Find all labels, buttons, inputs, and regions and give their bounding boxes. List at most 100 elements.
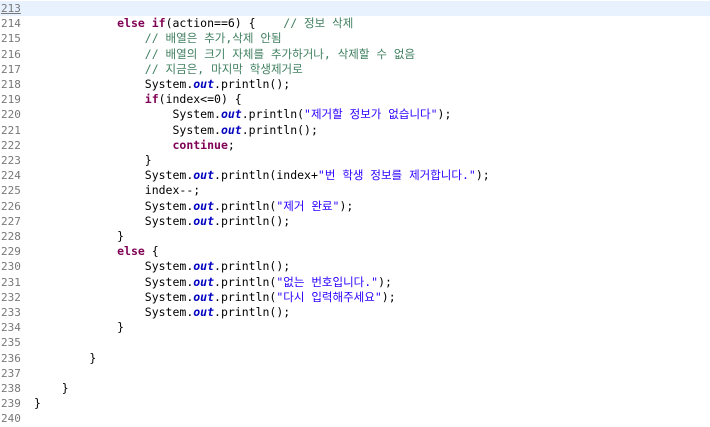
line-number: 220 [1, 108, 21, 122]
code-token: System. [144, 289, 194, 304]
code-token: "제거 완료" [276, 198, 340, 213]
code-line[interactable]: 216 // 배열의 크기 자체를 추가하거나, 삭제할 수 없음 [0, 47, 710, 62]
code-token: { [144, 244, 159, 259]
code-token: out [193, 198, 215, 213]
code-line[interactable]: 230 System.out.println(); [0, 259, 710, 274]
code-text: } [34, 229, 124, 244]
line-number: 214 [1, 17, 21, 31]
line-number: 213 [1, 2, 21, 15]
line-number: 235 [1, 336, 21, 350]
line-number: 217 [1, 62, 21, 76]
code-line[interactable]: 229 else { [0, 244, 710, 259]
code-line[interactable]: 237 [0, 366, 710, 381]
code-token: ; [227, 137, 235, 152]
code-token: continue [172, 137, 228, 152]
code-token: out [193, 168, 215, 183]
code-token: "제거할 정보가 없습니다" [304, 107, 438, 122]
code-text: } [34, 381, 69, 396]
code-token: } [61, 381, 69, 395]
line-number: 219 [1, 93, 21, 107]
code-text: System.out.println("다시 입력해주세요"); [34, 290, 396, 305]
code-token: "다시 입력해주세요" [276, 289, 382, 304]
code-line[interactable]: 218 System.out.println(); [0, 77, 710, 92]
code-token: .println(index+ [214, 168, 318, 183]
line-number: 218 [1, 78, 21, 91]
code-line[interactable]: 238 } [0, 381, 710, 396]
line-number: 228 [1, 230, 21, 243]
code-token: System. [172, 107, 221, 122]
code-text: System.out.println("제거할 정보가 없습니다"); [34, 107, 451, 122]
code-line[interactable]: 226 System.out.println("제거 완료"); [0, 199, 710, 214]
code-line[interactable]: 227 System.out.println(); [0, 214, 710, 229]
code-token: "없는 번호입니다." [276, 274, 379, 289]
code-line[interactable]: 236 } [0, 351, 710, 366]
code-line[interactable]: 233 System.out.println(); [0, 305, 710, 320]
code-token: } [89, 350, 97, 365]
code-line[interactable]: 213 [0, 1, 710, 17]
code-line[interactable]: 219 if(index<=0) { [0, 92, 710, 107]
code-token: out [193, 289, 215, 304]
code-text: // 지금은, 마지막 학생제거로 [34, 62, 303, 77]
code-line[interactable]: 232 System.out.println("다시 입력해주세요"); [0, 290, 710, 305]
code-line[interactable]: 228 } [0, 229, 710, 244]
code-text: // 배열은 추가,삭제 안됨 [34, 31, 282, 46]
code-token: // 배열의 크기 자체를 추가하거나, 삭제할 수 없음 [144, 46, 416, 61]
code-token: "번 학생 정보를 제거합니다." [317, 168, 476, 183]
code-text: System.out.println("없는 번호입니다."); [34, 275, 392, 290]
code-token: System. [144, 259, 194, 274]
code-line[interactable]: 221 System.out.println(); [0, 123, 710, 138]
line-number: 230 [1, 260, 21, 274]
code-token: ); [378, 274, 392, 289]
code-text: System.out.println(); [34, 122, 318, 138]
code-token: } [117, 229, 125, 243]
line-number: 234 [1, 321, 21, 335]
code-line[interactable]: 224 System.out.println(index+"번 학생 정보를 제… [0, 168, 710, 183]
code-text: // 배열의 크기 자체를 추가하거나, 삭제할 수 없음 [34, 47, 415, 62]
code-line[interactable]: 222 continue; [0, 138, 710, 153]
code-line[interactable]: 215 // 배열은 추가,삭제 안됨 [0, 31, 710, 46]
code-line[interactable]: 220 System.out.println("제거할 정보가 없습니다"); [0, 107, 710, 122]
code-line[interactable]: 234 } [0, 320, 710, 335]
code-token: // 배열은 추가,삭제 안됨 [144, 31, 282, 46]
code-token: .println( [214, 274, 277, 289]
code-editor[interactable]: 213 214 else if(action==6) { // 정보 삭제 215 … [0, 0, 710, 425]
code-line[interactable]: 235 [0, 335, 710, 350]
code-token: out [193, 77, 215, 91]
code-token: out [220, 107, 242, 122]
code-token: .println(); [241, 122, 318, 137]
code-line[interactable]: 217 // 지금은, 마지막 학생제거로 [0, 62, 710, 77]
code-token: System. [144, 305, 194, 319]
code-token: // 지금은, 마지막 학생제거로 [144, 61, 303, 76]
code-line[interactable]: 231 System.out.println("없는 번호입니다."); [0, 275, 710, 290]
code-line[interactable]: 239} [0, 396, 710, 411]
code-line[interactable]: 225 index--; [0, 183, 710, 198]
code-token: System. [144, 77, 194, 91]
code-token: out [193, 305, 215, 319]
code-token: out [193, 274, 215, 289]
code-text: System.out.println(); [34, 305, 290, 320]
line-number: 227 [1, 214, 21, 228]
code-token: ); [339, 198, 354, 213]
code-line[interactable]: 223 } [0, 153, 710, 168]
line-number: 238 [1, 382, 21, 395]
code-token: } [144, 153, 152, 167]
code-token: System. [144, 168, 194, 183]
code-token: .println(); [214, 213, 291, 228]
line-number: 232 [1, 290, 21, 304]
code-line[interactable]: 214 else if(action==6) { // 정보 삭제 [0, 16, 710, 31]
